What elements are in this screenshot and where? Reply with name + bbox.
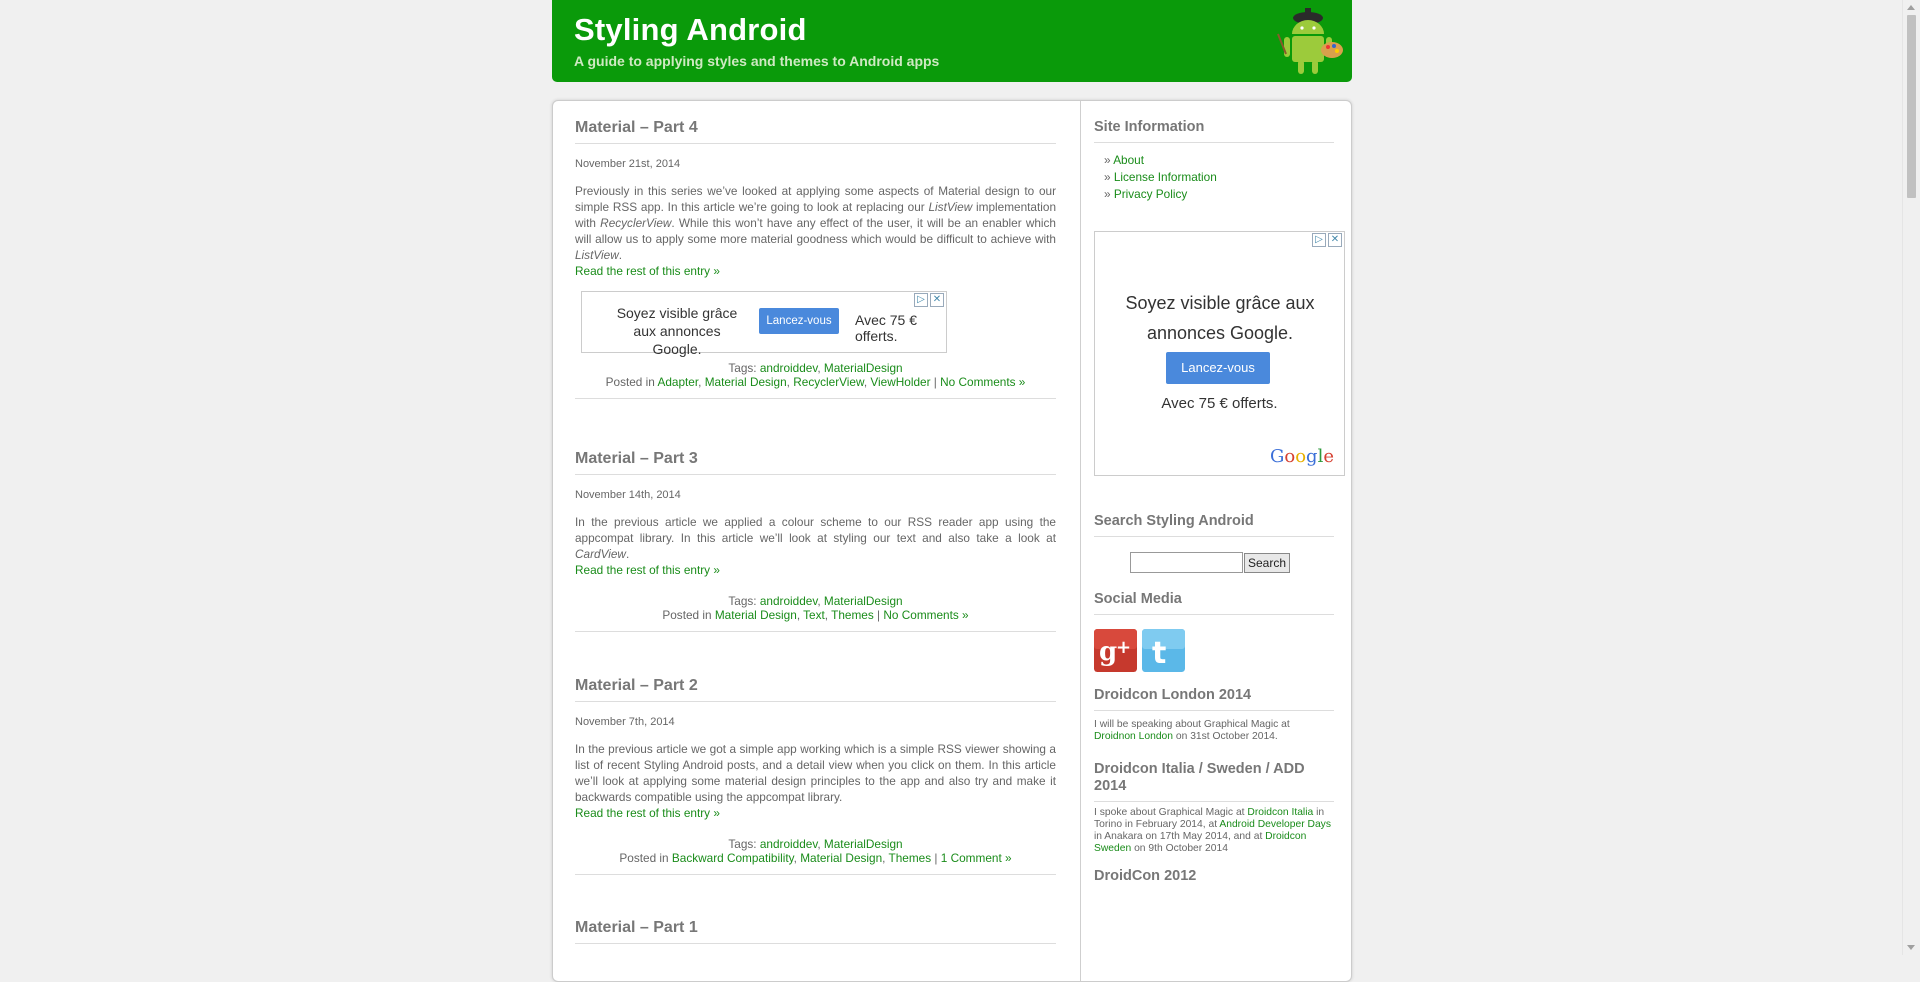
tag-link[interactable]: MaterialDesign <box>824 361 903 375</box>
post-date: November 21st, 2014 <box>575 158 681 170</box>
ad-offer: Avec 75 € offerts. <box>1161 395 1278 412</box>
svg-text:+: + <box>1116 637 1131 658</box>
ad-offer: Avec 75 € offerts. <box>855 312 918 344</box>
post-material-part-3: Material – Part 3 November 14th, 2014 In… <box>575 450 1056 632</box>
google-logo: Google <box>1269 446 1334 467</box>
tag-link[interactable]: androiddev <box>760 594 818 608</box>
ad-slot: Soyez visible grâce aux annonces Google.… <box>575 279 1056 361</box>
tag-link[interactable]: androiddev <box>760 361 818 375</box>
widget-title-droidcon-italia: Droidcon Italia / Sweden / ADD 2014 <box>1094 761 1334 802</box>
sidebar-ad[interactable]: Soyez visible grâce aux annonces Google.… <box>1094 231 1345 476</box>
ad-text: Soyez visible grâce aux annonces Google. <box>616 305 738 357</box>
post-tags: Tags: androiddev, MaterialDesign <box>728 361 903 375</box>
post-date: November 7th, 2014 <box>575 716 675 728</box>
category-link[interactable]: Themes <box>831 608 874 622</box>
svg-text:t: t <box>1152 636 1166 671</box>
droidcon-italia-text: I spoke about Graphical Magic at Droidco… <box>1094 807 1331 854</box>
post-date: November 14th, 2014 <box>575 489 681 501</box>
category-link[interactable]: RecyclerView <box>793 375 864 389</box>
comments-link[interactable]: No Comments » <box>940 375 1025 389</box>
category-link[interactable]: Adapter <box>657 375 698 389</box>
scroll-down-icon[interactable] <box>1907 945 1915 950</box>
license-link[interactable]: License Information <box>1114 170 1217 184</box>
close-icon[interactable]: ✕ <box>930 293 944 307</box>
page: Styling Android A guide to applying styl… <box>552 0 1352 982</box>
twitter-icon[interactable]: t <box>1142 629 1185 672</box>
post-excerpt: In the previous article we got a simple … <box>575 742 1056 804</box>
read-more-link[interactable]: Read the rest of this entry » <box>575 805 1056 821</box>
post-tags: Tags: androiddev, MaterialDesign <box>728 594 903 608</box>
sidebar-item-privacy: Privacy Policy <box>1104 186 1217 203</box>
inline-ad[interactable]: Soyez visible grâce aux annonces Google.… <box>581 291 947 357</box>
post-material-part-1: Material – Part 1 <box>575 919 1056 944</box>
ad-cta-button[interactable]: Lancez-vous <box>759 308 839 334</box>
post-categories: Posted in Adapter, Material Design, Recy… <box>605 375 1026 389</box>
post-title[interactable]: Material – Part 2 <box>575 677 1056 702</box>
post-title[interactable]: Material – Part 4 <box>575 119 1056 144</box>
tag-link[interactable]: androiddev <box>760 837 818 851</box>
post-separator <box>575 398 1056 399</box>
category-link[interactable]: Backward Compatibility <box>672 851 794 865</box>
tag-link[interactable]: MaterialDesign <box>824 837 903 851</box>
scrollbar-thumb[interactable] <box>1907 15 1916 198</box>
ad-cta-button[interactable]: Lancez-vous <box>1166 352 1270 384</box>
post-title[interactable]: Material – Part 1 <box>575 919 1056 944</box>
comments-link[interactable]: No Comments » <box>883 608 968 622</box>
post-separator <box>575 874 1056 875</box>
category-link[interactable]: Text <box>803 608 825 622</box>
post-separator <box>575 631 1056 632</box>
android-developer-days-link[interactable]: Android Developer Days <box>1219 819 1331 830</box>
site-title[interactable]: Styling Android <box>574 12 807 48</box>
site-info-list: About License Information Privacy Policy <box>1104 152 1217 203</box>
droidcon-london-link[interactable]: Droidnon London <box>1094 731 1173 742</box>
privacy-link[interactable]: Privacy Policy <box>1114 187 1187 201</box>
sidebar-item-license: License Information <box>1104 169 1217 186</box>
close-icon[interactable]: ✕ <box>1328 233 1342 247</box>
tag-link[interactable]: MaterialDesign <box>824 594 903 608</box>
post-excerpt: In the previous article we applied a col… <box>575 515 1056 561</box>
ad-badges: ▷ ✕ <box>914 293 944 307</box>
google-plus-icon[interactable]: g + <box>1094 629 1137 672</box>
scroll-up-icon[interactable] <box>1907 5 1915 10</box>
site-description: A guide to applying styles and themes to… <box>574 53 940 69</box>
category-link[interactable]: Material Design <box>800 851 882 865</box>
about-link[interactable]: About <box>1113 153 1144 167</box>
adchoices-icon[interactable]: ▷ <box>914 293 928 307</box>
post-tags: Tags: androiddev, MaterialDesign <box>728 837 903 851</box>
content-box: Material – Part 4 November 21st, 2014 Pr… <box>552 100 1352 982</box>
widget-title-social: Social Media <box>1094 591 1334 615</box>
sidebar-item-about: About <box>1104 152 1217 169</box>
read-more-link[interactable]: Read the rest of this entry » <box>575 263 1056 279</box>
post-material-part-2: Material – Part 2 November 7th, 2014 In … <box>575 677 1056 875</box>
category-link[interactable]: Material Design <box>715 608 797 622</box>
post-title[interactable]: Material – Part 3 <box>575 450 1056 475</box>
adchoices-icon[interactable]: ▷ <box>1312 233 1326 247</box>
category-link[interactable]: Themes <box>889 851 932 865</box>
svg-text:g: g <box>1099 637 1117 667</box>
post-excerpt: Previously in this series we’ve looked a… <box>575 184 1057 262</box>
search-button[interactable]: Search <box>1244 553 1291 573</box>
read-more-link[interactable]: Read the rest of this entry » <box>575 562 1056 578</box>
widget-title-site-info: Site Information <box>1094 119 1334 143</box>
vertical-scrollbar[interactable] <box>1902 0 1920 955</box>
post-categories: Posted in Material Design, Text, Themes … <box>662 608 969 622</box>
droidcon-london-text: I will be speaking about Graphical Magic… <box>1094 719 1290 742</box>
post-material-part-4: Material – Part 4 November 21st, 2014 Pr… <box>575 119 1056 399</box>
category-link[interactable]: Material Design <box>705 375 787 389</box>
comments-link[interactable]: 1 Comment » <box>941 851 1012 865</box>
category-link[interactable]: ViewHolder <box>870 375 930 389</box>
post-categories: Posted in Backward Compatibility, Materi… <box>619 851 1012 865</box>
widget-title-droidcon-london: Droidcon London 2014 <box>1094 687 1334 711</box>
ad-text: Soyez visible grâce aux annonces Google. <box>1125 293 1315 343</box>
widget-title-droidcon-2012: DroidCon 2012 <box>1094 868 1197 884</box>
widget-title-search: Search Styling Android <box>1094 513 1334 537</box>
ad-badges: ▷ ✕ <box>1312 233 1342 247</box>
column-divider <box>1080 101 1081 981</box>
droidcon-italia-link[interactable]: Droidcon Italia <box>1247 807 1313 818</box>
search-input[interactable] <box>1130 552 1243 573</box>
site-header: Styling Android A guide to applying styl… <box>552 0 1352 82</box>
android-artist-logo-icon <box>1277 8 1343 74</box>
